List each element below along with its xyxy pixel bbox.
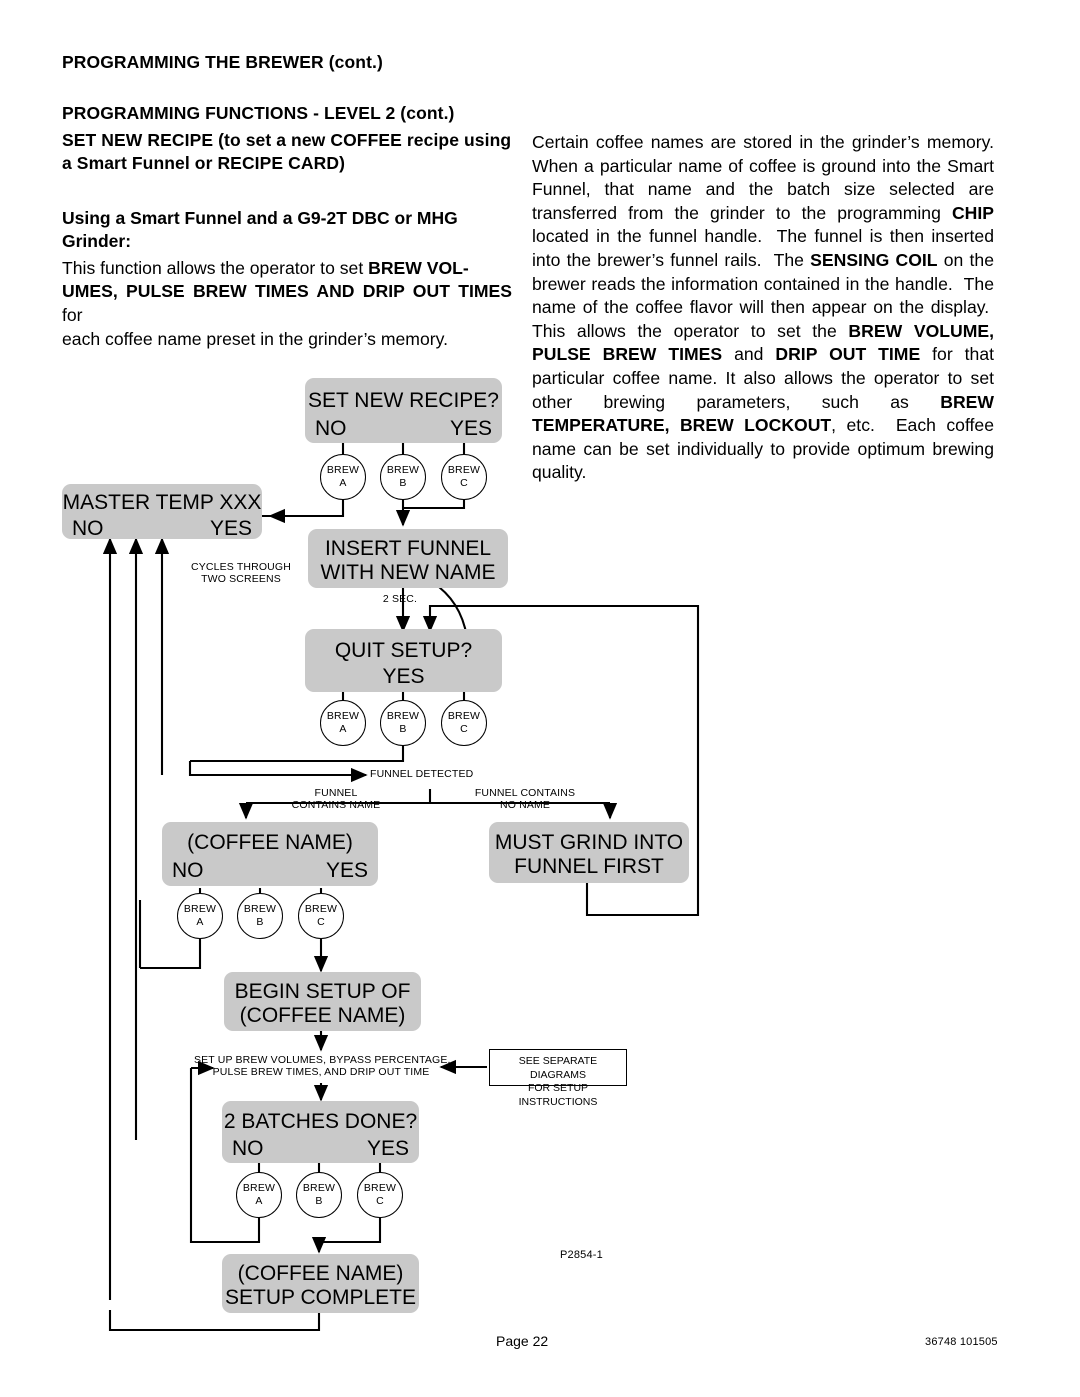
- display-line1: MUST GRIND INTO: [494, 831, 684, 854]
- note-line1: SEE SEPARATE DIAGRAMS: [518, 1055, 598, 1081]
- display-line2: YES: [382, 665, 425, 688]
- display-yes-label: YES: [366, 1137, 409, 1160]
- brew-label-top: BREW: [386, 464, 420, 476]
- brew-label-bottom: A: [339, 477, 347, 489]
- annotation-cycles-through: CYCLES THROUGH TWO SCREENS: [186, 561, 296, 585]
- display-no-label: NO: [232, 1137, 264, 1160]
- brew-label-bottom: A: [339, 723, 347, 735]
- annotation-line1: SET UP BREW VOLUMES, BYPASS PERCENTAGE,: [194, 1054, 451, 1066]
- brew-label-top: BREW: [242, 1182, 276, 1194]
- brew-label-bottom: C: [317, 916, 325, 928]
- display-line1: MASTER TEMP XXX: [62, 491, 262, 514]
- brew-label-top: BREW: [447, 710, 481, 722]
- display-master-temp: MASTER TEMP XXX NO YES: [62, 484, 262, 539]
- display-coffee-name: (COFFEE NAME) NO YES: [162, 822, 378, 886]
- brew-button-b[interactable]: BREW B: [296, 1172, 342, 1218]
- brew-label-bottom: B: [399, 723, 407, 735]
- brew-button-b[interactable]: BREW B: [380, 700, 426, 746]
- brew-label-top: BREW: [386, 710, 420, 722]
- note-box-see-separate-diagrams: SEE SEPARATE DIAGRAMS FOR SETUP INSTRUCT…: [489, 1049, 627, 1108]
- display-line2: SETUP COMPLETE: [225, 1286, 416, 1309]
- note-line2: FOR SETUP INSTRUCTIONS: [518, 1082, 598, 1108]
- brew-button-a[interactable]: BREW A: [320, 700, 366, 746]
- brew-label-bottom: B: [399, 477, 407, 489]
- display-yes-label: YES: [449, 417, 492, 440]
- display-line1: INSERT FUNNEL: [324, 537, 492, 560]
- display-quit-setup: QUIT SETUP? YES: [305, 629, 502, 692]
- display-yes-label: YES: [209, 517, 252, 540]
- annotation-funnel-contains-name: FUNNEL CONTAINS NAME: [281, 787, 391, 811]
- annotation-line1: FUNNEL: [314, 787, 358, 799]
- display-line2: (COFFEE NAME): [239, 1004, 406, 1027]
- brew-label-top: BREW: [243, 903, 277, 915]
- annotation-setup-steps: SET UP BREW VOLUMES, BYPASS PERCENTAGE, …: [194, 1054, 451, 1078]
- brew-label-top: BREW: [326, 464, 360, 476]
- display-line2: FUNNEL FIRST: [514, 855, 664, 878]
- display-no-label: NO: [72, 517, 104, 540]
- page-number: Page 22: [496, 1333, 549, 1349]
- brew-button-c[interactable]: BREW C: [441, 454, 487, 500]
- brew-button-c[interactable]: BREW C: [298, 893, 344, 939]
- display-no-label: NO: [172, 859, 204, 882]
- brew-label-top: BREW: [326, 710, 360, 722]
- display-yes-label: YES: [325, 859, 368, 882]
- brew-label-bottom: A: [196, 916, 204, 928]
- display-line1: QUIT SETUP?: [334, 639, 473, 662]
- annotation-line2: PULSE BREW TIMES, AND DRIP OUT TIME: [212, 1066, 430, 1078]
- display-setup-complete: (COFFEE NAME) SETUP COMPLETE: [222, 1254, 419, 1313]
- brew-button-a[interactable]: BREW A: [320, 454, 366, 500]
- display-line1: (COFFEE NAME): [237, 1262, 404, 1285]
- drawing-number: P2854-1: [560, 1249, 603, 1261]
- display-set-new-recipe: SET NEW RECIPE? NO YES: [305, 378, 502, 443]
- annotation-line2: CONTAINS NAME: [291, 799, 381, 811]
- brew-label-bottom: B: [315, 1195, 323, 1207]
- document-number: 36748 101505: [925, 1336, 998, 1348]
- annotation-line2: NO NAME: [499, 799, 551, 811]
- display-begin-setup: BEGIN SETUP OF (COFFEE NAME): [224, 972, 421, 1031]
- brew-label-bottom: A: [255, 1195, 263, 1207]
- brew-label-bottom: C: [376, 1195, 384, 1207]
- brew-label-top: BREW: [304, 903, 338, 915]
- display-line1: BEGIN SETUP OF: [234, 980, 411, 1003]
- brew-button-b[interactable]: BREW B: [237, 893, 283, 939]
- brew-button-b[interactable]: BREW B: [380, 454, 426, 500]
- annotation-funnel-no-name: FUNNEL CONTAINS NO NAME: [467, 787, 583, 811]
- display-line2: WITH NEW NAME: [320, 561, 496, 584]
- brew-button-c[interactable]: BREW C: [357, 1172, 403, 1218]
- brew-label-top: BREW: [302, 1182, 336, 1194]
- annotation-funnel-detected: FUNNEL DETECTED: [370, 768, 474, 780]
- brew-label-top: BREW: [183, 903, 217, 915]
- display-batches-done: 2 BATCHES DONE? NO YES: [222, 1101, 419, 1163]
- annotation-line1: CYCLES THROUGH: [191, 561, 291, 573]
- display-line1: SET NEW RECIPE?: [308, 389, 499, 412]
- brew-label-bottom: C: [460, 723, 468, 735]
- brew-button-a[interactable]: BREW A: [177, 893, 223, 939]
- display-must-grind: MUST GRIND INTO FUNNEL FIRST: [489, 822, 689, 883]
- brew-button-a[interactable]: BREW A: [236, 1172, 282, 1218]
- brew-label-top: BREW: [363, 1182, 397, 1194]
- brew-label-bottom: B: [256, 916, 264, 928]
- flowchart-connectors: [102, 443, 700, 1332]
- brew-label-bottom: C: [460, 477, 468, 489]
- display-no-label: NO: [315, 417, 347, 440]
- brew-button-c[interactable]: BREW C: [441, 700, 487, 746]
- annotation-line2: TWO SCREENS: [201, 573, 281, 585]
- annotation-two-sec: 2 SEC.: [382, 593, 418, 605]
- display-line1: (COFFEE NAME): [187, 831, 353, 854]
- brew-label-top: BREW: [447, 464, 481, 476]
- display-line1: 2 BATCHES DONE?: [223, 1110, 418, 1133]
- display-insert-funnel: INSERT FUNNEL WITH NEW NAME: [308, 529, 508, 588]
- annotation-line1: FUNNEL CONTAINS: [474, 787, 576, 799]
- manual-page: PROGRAMMING THE BREWER (cont.) PROGRAMMI…: [0, 0, 1080, 1397]
